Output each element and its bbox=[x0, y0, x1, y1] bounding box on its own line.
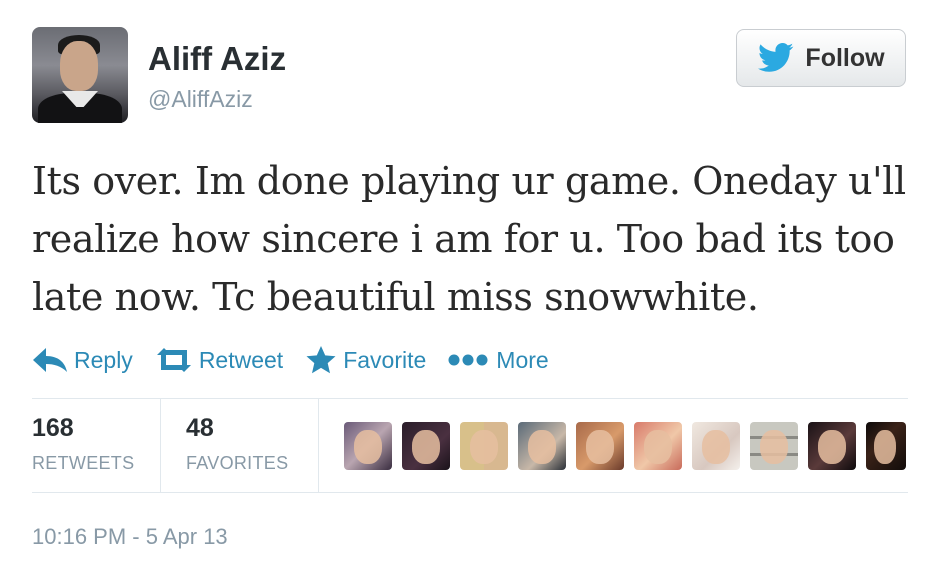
retweets-label: RETWEETS bbox=[32, 453, 135, 473]
favoriter-face bbox=[702, 430, 730, 464]
favoriter-face bbox=[412, 430, 440, 464]
favoriter-avatar[interactable] bbox=[866, 422, 906, 470]
stat-separator bbox=[160, 399, 161, 492]
favoriter-avatar[interactable] bbox=[692, 422, 740, 470]
follow-label: Follow bbox=[805, 43, 885, 72]
favoriter-avatar[interactable] bbox=[518, 422, 566, 470]
tweet-text: Its over. Im done playing ur game. Oneda… bbox=[32, 159, 906, 319]
favoriter-face bbox=[470, 430, 498, 464]
favoriter-face bbox=[354, 430, 382, 464]
favorite-label: Favorite bbox=[343, 346, 427, 373]
tweet-actions: Reply Retweet Favorite More bbox=[32, 340, 571, 380]
favoriters-avatars bbox=[344, 422, 906, 470]
retweet-icon bbox=[156, 348, 191, 372]
favoriter-avatar[interactable] bbox=[576, 422, 624, 470]
user-avatar[interactable] bbox=[32, 27, 128, 123]
retweets-stat[interactable]: 168 RETWEETS bbox=[32, 414, 134, 474]
user-name[interactable]: Aliff Aziz bbox=[148, 40, 286, 78]
more-dots-icon bbox=[448, 354, 488, 366]
favoriter-face bbox=[644, 430, 672, 464]
twitter-bird-icon bbox=[758, 43, 794, 72]
favoriter-avatar[interactable] bbox=[460, 422, 508, 470]
favorites-stat[interactable]: 48 FAVORITES bbox=[186, 414, 288, 474]
favoriter-avatar[interactable] bbox=[750, 422, 798, 470]
reply-button[interactable]: Reply bbox=[32, 347, 133, 374]
retweet-label: Retweet bbox=[198, 346, 284, 373]
star-icon bbox=[306, 346, 336, 374]
favoriter-face bbox=[818, 430, 846, 464]
favoriter-avatar[interactable] bbox=[344, 422, 392, 470]
stat-separator bbox=[318, 399, 319, 492]
favoriter-avatar[interactable] bbox=[402, 422, 450, 470]
favoriter-face bbox=[874, 430, 896, 464]
favorites-label: FAVORITES bbox=[186, 453, 289, 473]
retweet-button[interactable]: Retweet bbox=[155, 347, 283, 374]
favoriter-avatar[interactable] bbox=[634, 422, 682, 470]
more-button[interactable]: More bbox=[448, 346, 549, 374]
favorite-button[interactable]: Favorite bbox=[305, 345, 426, 375]
reply-icon bbox=[33, 348, 67, 372]
favoriter-face bbox=[586, 430, 614, 464]
favoriter-face bbox=[528, 430, 556, 464]
avatar-face bbox=[60, 41, 98, 91]
favoriter-face bbox=[760, 430, 788, 464]
tweet-timestamp[interactable]: 10:16 PM - 5 Apr 13 bbox=[32, 524, 228, 550]
favorites-count: 48 bbox=[186, 414, 214, 442]
retweets-count: 168 bbox=[32, 414, 74, 442]
reply-label: Reply bbox=[74, 346, 133, 373]
divider-bottom bbox=[32, 492, 908, 493]
user-handle[interactable]: @AliffAziz bbox=[148, 86, 253, 113]
divider-top bbox=[32, 398, 908, 399]
follow-button[interactable]: Follow bbox=[736, 29, 906, 87]
more-label: More bbox=[496, 346, 549, 373]
favoriter-avatar[interactable] bbox=[808, 422, 856, 470]
